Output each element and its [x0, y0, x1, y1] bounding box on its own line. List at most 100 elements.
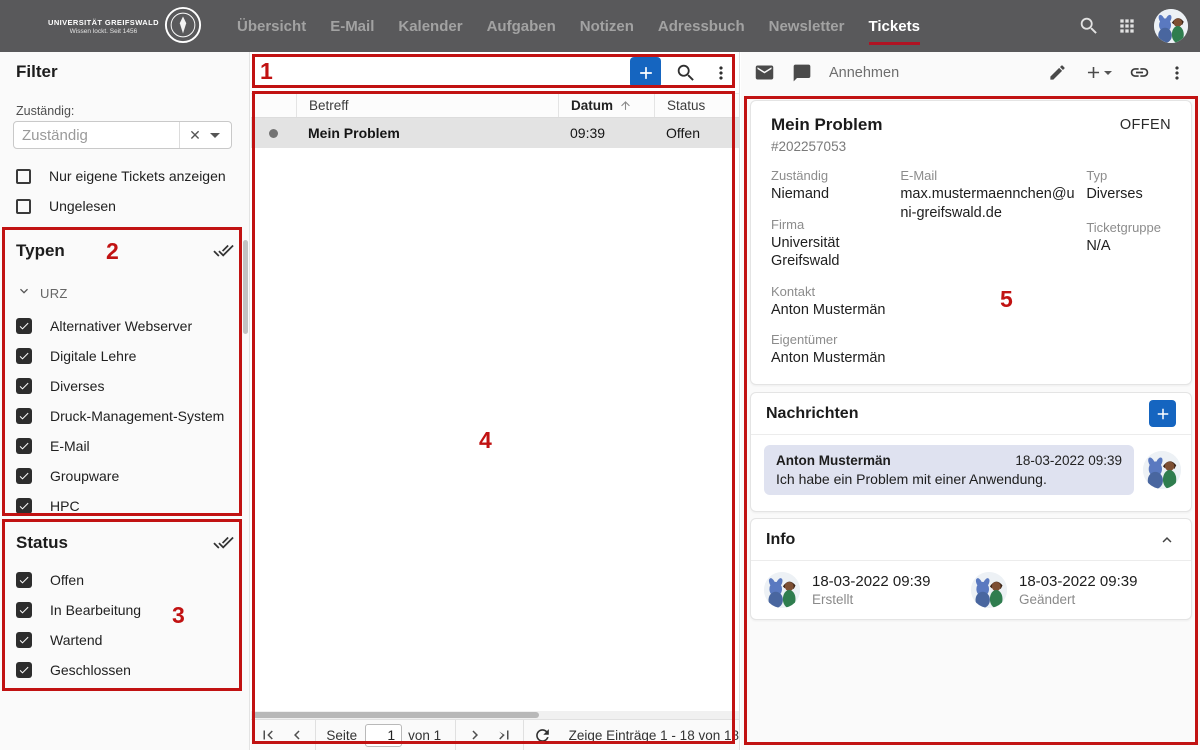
typ-item[interactable]: Alternativer Webserver [16, 317, 234, 334]
clear-icon[interactable]: ✕ [180, 127, 210, 144]
created-label: Erstellt [812, 592, 930, 607]
info-title: Info [766, 531, 795, 549]
sidebar-title: Filter [16, 62, 58, 82]
status-item[interactable]: Geschlossen [16, 661, 234, 678]
checkbox-checked[interactable] [16, 572, 32, 588]
checkbox-checked[interactable] [16, 662, 32, 678]
edit-icon[interactable] [1048, 63, 1067, 82]
status-item[interactable]: In Bearbeitung [16, 601, 234, 618]
checkbox-checked[interactable] [16, 348, 32, 364]
typ-item[interactable]: Druck-Management-System [16, 407, 234, 424]
user-avatar[interactable] [1154, 9, 1188, 43]
checkbox-unchecked[interactable] [16, 199, 31, 214]
link-icon[interactable] [1129, 62, 1150, 83]
typ-item[interactable]: Digitale Lehre [16, 347, 234, 364]
status-item[interactable]: Wartend [16, 631, 234, 648]
nav-item-aufgaben[interactable]: Aufgaben [487, 18, 556, 35]
typ-item[interactable]: Diverses [16, 377, 234, 394]
nav-item-newsletter[interactable]: Newsletter [769, 18, 845, 35]
filter-unread[interactable]: Ungelesen [16, 198, 116, 214]
checkbox-unchecked[interactable] [16, 169, 31, 184]
nachrichten-card: Nachrichten Anton Mustermän 18-03-2022 0… [750, 392, 1192, 512]
sidebar-scrollbar[interactable] [243, 240, 248, 334]
row-betreff: Mein Problem [296, 118, 558, 148]
logo-line2: Wissen lockt. Seit 1456 [48, 28, 159, 36]
nav-item-uebersicht[interactable]: Übersicht [237, 18, 306, 35]
select-all-icon[interactable] [213, 532, 234, 553]
add-dropdown-button[interactable] [1084, 63, 1112, 82]
search-icon[interactable] [1078, 15, 1100, 37]
search-tickets-icon[interactable] [675, 62, 697, 84]
checkbox-checked[interactable] [16, 602, 32, 618]
sort-up-icon [619, 99, 632, 112]
typ-item[interactable]: E-Mail [16, 437, 234, 454]
checkbox-checked[interactable] [16, 408, 32, 424]
checkbox-checked[interactable] [16, 498, 32, 514]
user-avatar [971, 572, 1007, 608]
new-ticket-button[interactable] [630, 57, 661, 88]
nachrichten-title: Nachrichten [766, 405, 858, 423]
ticket-title: Mein Problem [771, 114, 882, 136]
university-seal-icon [164, 6, 202, 49]
col-betreff[interactable]: Betreff [296, 94, 558, 117]
nav-item-notizen[interactable]: Notizen [580, 18, 634, 35]
ticket-row[interactable]: Mein Problem 09:39 Offen [251, 118, 739, 148]
col-datum[interactable]: Datum [558, 94, 654, 117]
typen-title: Typen [16, 241, 65, 261]
kebab-menu-icon[interactable] [1167, 63, 1187, 83]
typen-section: Typen URZ Alternativer Webserver Digital… [0, 228, 250, 514]
page-number-input[interactable] [365, 724, 402, 747]
chevron-up-icon[interactable] [1158, 531, 1176, 549]
add-message-button[interactable] [1149, 400, 1176, 427]
next-page-icon[interactable] [460, 720, 489, 750]
nav-item-kalender[interactable]: Kalender [398, 18, 462, 35]
message-date: 18-03-2022 09:39 [1015, 453, 1122, 468]
list-toolbar [251, 52, 739, 93]
field-typ: Typ Diverses [1086, 168, 1171, 204]
col-status[interactable]: Status [654, 94, 739, 117]
status-item[interactable]: Offen [16, 571, 234, 588]
refresh-icon[interactable] [527, 720, 556, 750]
horizontal-scrollbar-thumb[interactable] [253, 712, 539, 718]
first-page-icon[interactable] [253, 720, 282, 750]
checkbox-checked[interactable] [16, 378, 32, 394]
field-zustaendig: Zuständig Niemand [771, 168, 900, 204]
checkbox-checked[interactable] [16, 318, 32, 334]
kebab-menu-icon[interactable] [711, 63, 731, 83]
message-bubble: Anton Mustermän 18-03-2022 09:39 Ich hab… [764, 445, 1134, 495]
typ-item[interactable]: Groupware [16, 467, 234, 484]
field-eigentuemer: Eigentümer Anton Mustermän [771, 332, 900, 368]
nav-item-email[interactable]: E-Mail [330, 18, 374, 35]
row-status: Offen [654, 118, 739, 148]
checkbox-checked[interactable] [16, 438, 32, 454]
assignee-input[interactable] [14, 127, 179, 144]
dropdown-caret-icon[interactable] [210, 133, 220, 138]
row-datum: 09:39 [558, 118, 654, 148]
user-avatar [1143, 451, 1181, 489]
prev-page-icon[interactable] [282, 720, 311, 750]
ticket-summary-card: Mein Problem OFFEN #202257053 Zuständig … [750, 100, 1192, 385]
status-title: Status [16, 533, 68, 553]
filter-own-tickets[interactable]: Nur eigene Tickets anzeigen [16, 168, 226, 184]
annehmen-button[interactable]: Annehmen [829, 65, 899, 81]
typen-group-urz[interactable]: URZ [16, 283, 234, 304]
field-firma: Firma Universität Greifswald [771, 217, 900, 271]
typ-item[interactable]: HPC [16, 497, 234, 514]
ticket-detail-pane: Annehmen [741, 52, 1200, 750]
ticket-id: #202257053 [771, 139, 1171, 154]
nav-item-tickets[interactable]: Tickets [869, 18, 920, 35]
envelope-icon[interactable] [754, 62, 775, 83]
ticket-list-pane: Betreff Datum Status Mein Problem 09:39 … [251, 52, 740, 750]
university-logo: UNIVERSITÄT GREIFSWALD Wissen lockt. Sei… [48, 6, 202, 49]
apps-grid-icon[interactable] [1117, 16, 1137, 36]
checkbox-checked[interactable] [16, 468, 32, 484]
info-modified: 18-03-2022 09:39 Geändert [971, 572, 1178, 608]
message-text: Ich habe ein Problem mit einer Anwendung… [776, 471, 1122, 487]
chevron-down-icon [16, 283, 32, 304]
chat-icon[interactable] [792, 63, 812, 83]
nav-item-adressbuch[interactable]: Adressbuch [658, 18, 745, 35]
select-all-icon[interactable] [213, 240, 234, 261]
assignee-select[interactable]: ✕ [13, 121, 232, 149]
checkbox-checked[interactable] [16, 632, 32, 648]
last-page-icon[interactable] [489, 720, 518, 750]
